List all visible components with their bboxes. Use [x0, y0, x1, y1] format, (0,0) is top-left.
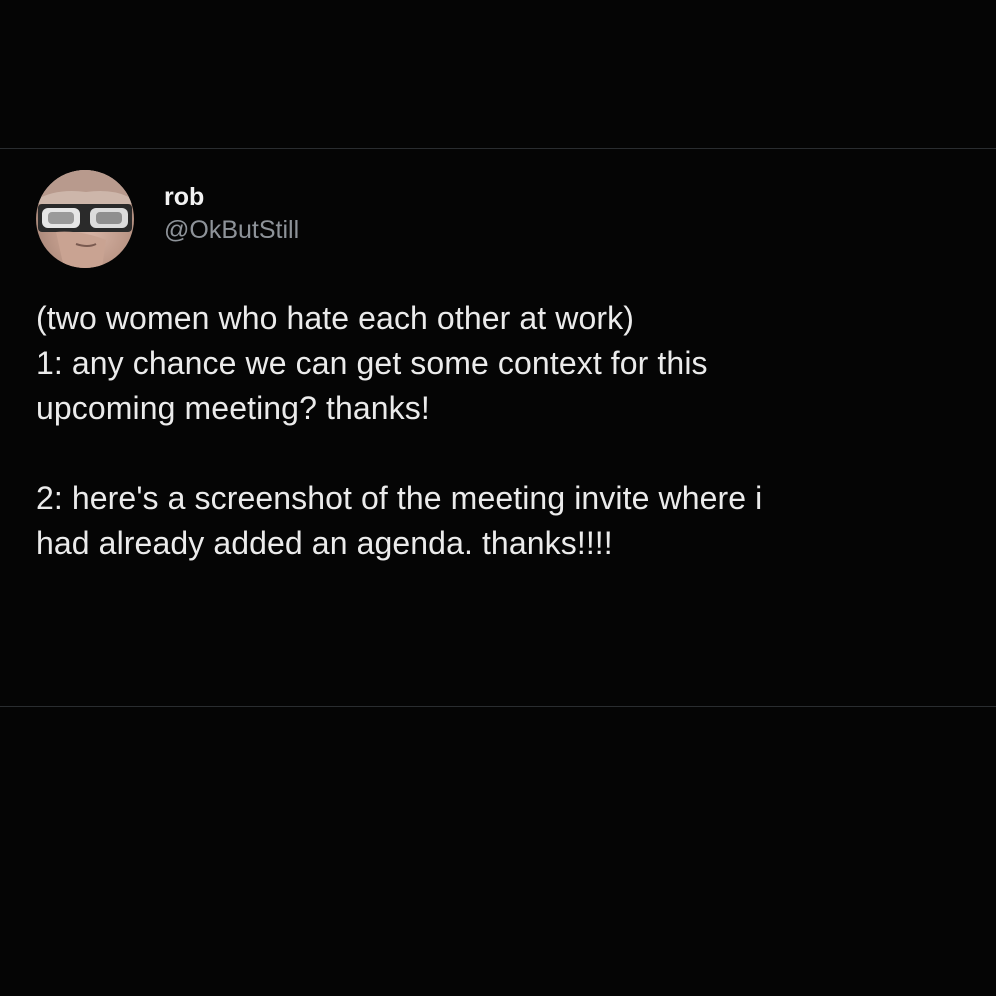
- top-divider: [0, 148, 996, 149]
- avatar[interactable]: [36, 170, 134, 268]
- tweet-text-line: (two women who hate each other at work): [36, 300, 634, 336]
- profile-photo-icon: [36, 170, 134, 268]
- user-handle[interactable]: @OkButStill: [164, 213, 299, 247]
- tweet-header: rob @OkButStill: [36, 164, 966, 274]
- tweet-text: (two women who hate each other at work) …: [36, 296, 966, 566]
- tweet-text-line: upcoming meeting? thanks!: [36, 390, 430, 426]
- tweet-text-line: 1: any chance we can get some context fo…: [36, 345, 708, 381]
- name-block: rob @OkButStill: [164, 181, 299, 247]
- tweet-text-line: had already added an agenda. thanks!!!!: [36, 525, 613, 561]
- display-name[interactable]: rob: [164, 181, 299, 213]
- tweet-card[interactable]: rob @OkButStill (two women who hate each…: [36, 164, 966, 566]
- tweet-text-line: 2: here's a screenshot of the meeting in…: [36, 480, 763, 516]
- bottom-divider: [0, 706, 996, 707]
